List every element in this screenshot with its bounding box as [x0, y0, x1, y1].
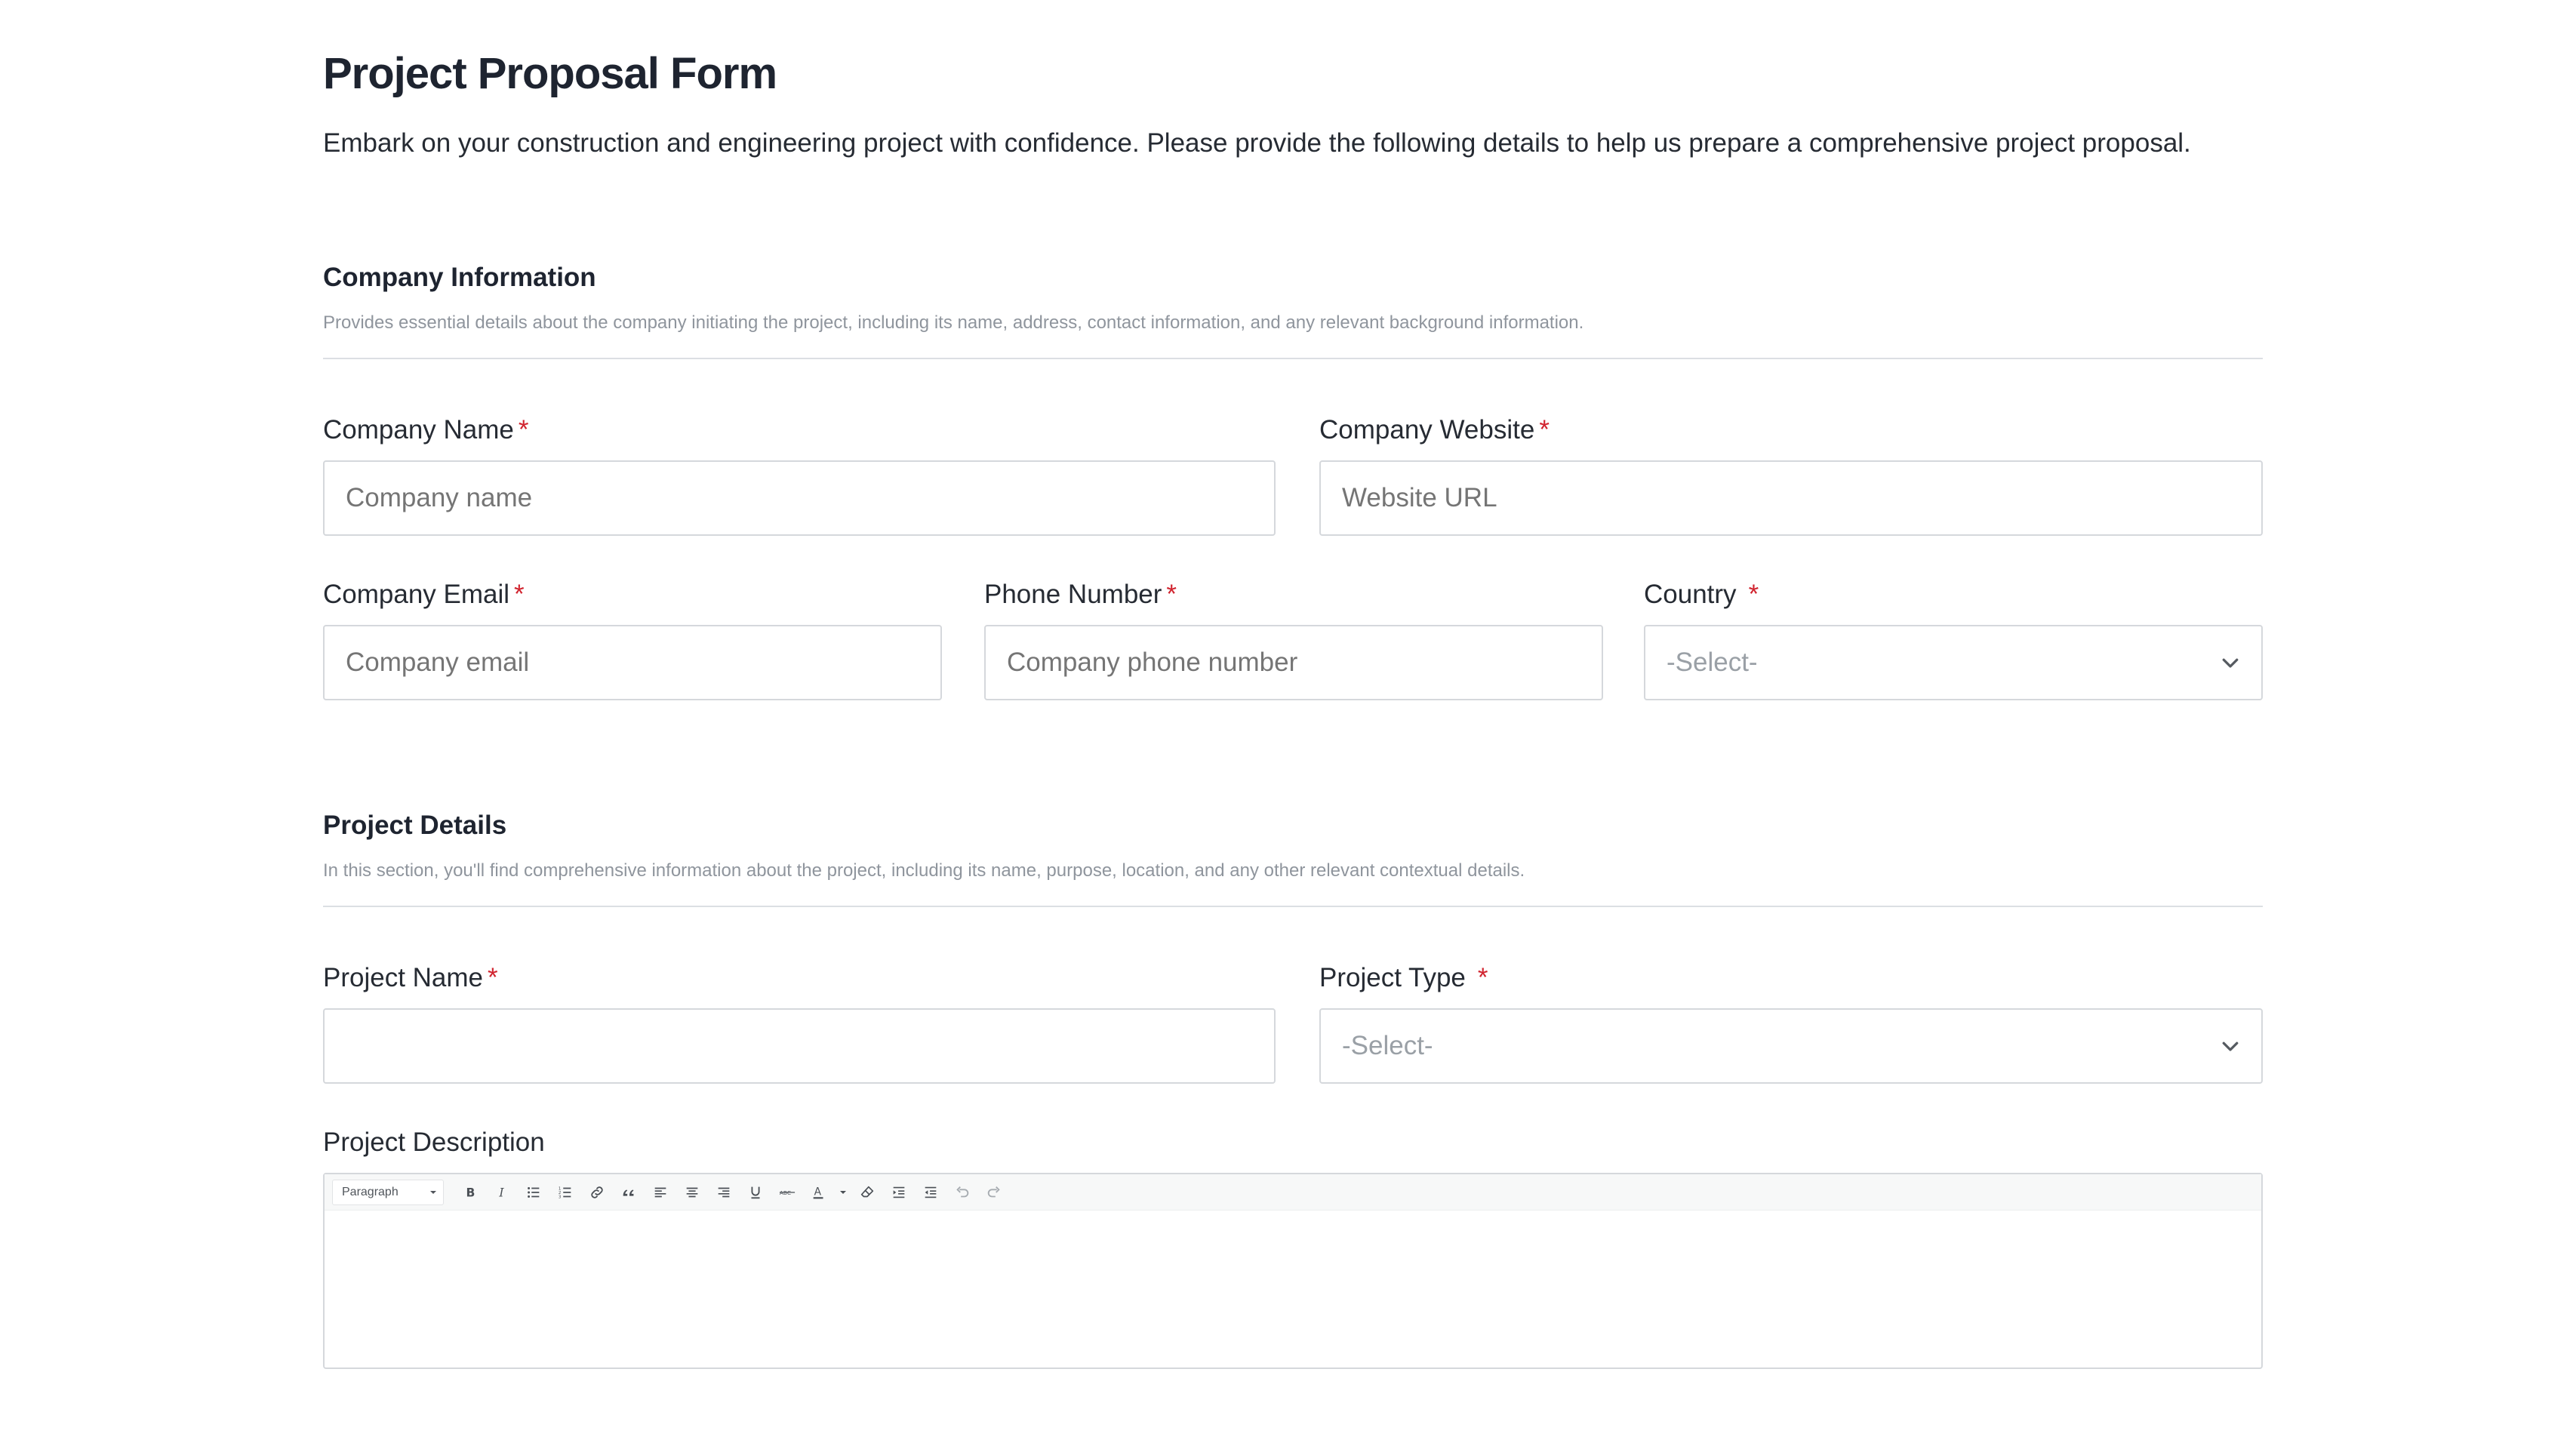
svg-text:A: A [814, 1186, 822, 1198]
align-right-icon[interactable] [709, 1178, 738, 1207]
company-website-field: Company Website * [1319, 414, 2263, 536]
chevron-down-icon [2219, 1035, 2242, 1057]
phone-number-field: Phone Number * [984, 578, 1603, 700]
required-asterisk: * [518, 415, 529, 445]
project-type-field: Project Type * -Select- [1319, 961, 2263, 1084]
company-email-label: Company Email * [323, 580, 525, 609]
project-description-field: Project Description Paragraph B I 123 AB… [323, 1126, 2263, 1369]
section-description-project: In this section, you'll find comprehensi… [323, 860, 1525, 881]
section-divider [323, 906, 2263, 907]
svg-text:I: I [498, 1186, 504, 1199]
required-asterisk: * [1539, 415, 1550, 445]
required-asterisk: * [488, 963, 498, 992]
company-website-input[interactable] [1319, 460, 2263, 536]
project-name-label: Project Name * [323, 963, 498, 992]
company-website-label: Company Website * [1319, 415, 1550, 445]
company-email-input[interactable] [323, 625, 942, 700]
country-select[interactable]: -Select- [1644, 625, 2263, 700]
form-intro: Embark on your construction and engineer… [323, 128, 2191, 158]
bullet-list-icon[interactable] [519, 1178, 548, 1207]
align-left-icon[interactable] [646, 1178, 675, 1207]
underline-icon[interactable] [741, 1178, 770, 1207]
company-name-field: Company Name * [323, 414, 1276, 536]
section-title-project: Project Details [323, 811, 507, 840]
caret-down-icon[interactable] [836, 1178, 850, 1207]
phone-number-input[interactable] [984, 625, 1603, 700]
align-center-icon[interactable] [678, 1178, 706, 1207]
strikethrough-icon[interactable]: ABC [773, 1178, 802, 1207]
undo-icon[interactable] [948, 1178, 977, 1207]
project-type-label: Project Type * [1319, 963, 1488, 992]
project-type-selected-value: -Select- [1342, 1031, 1433, 1060]
project-type-select[interactable]: -Select- [1319, 1008, 2263, 1084]
company-name-label: Company Name * [323, 415, 529, 445]
phone-number-label: Phone Number * [984, 580, 1177, 609]
chevron-down-icon [2219, 651, 2242, 674]
required-asterisk: * [1166, 580, 1177, 609]
required-asterisk: * [1477, 963, 1488, 992]
svg-text:3: 3 [559, 1195, 562, 1199]
project-description-label: Project Description [323, 1128, 545, 1157]
rich-text-editor: Paragraph B I 123 ABC A [323, 1173, 2263, 1369]
indent-icon[interactable] [885, 1178, 913, 1207]
company-email-field: Company Email * [323, 578, 942, 700]
clear-format-icon[interactable] [853, 1178, 882, 1207]
country-field: Country * -Select- [1644, 578, 2263, 700]
svg-text:B: B [466, 1186, 475, 1199]
section-title-company: Company Information [323, 263, 596, 292]
redo-icon[interactable] [980, 1178, 1008, 1207]
caret-down-icon [430, 1190, 436, 1194]
italic-icon[interactable]: I [488, 1178, 516, 1207]
required-asterisk: * [1748, 580, 1759, 609]
outdent-icon[interactable] [916, 1178, 945, 1207]
editor-content-area[interactable] [325, 1211, 2261, 1367]
country-selected-value: -Select- [1667, 648, 1758, 677]
page-title: Project Proposal Form [323, 49, 777, 98]
country-label: Country * [1644, 580, 1759, 609]
text-color-icon[interactable]: A [805, 1178, 833, 1207]
section-divider [323, 358, 2263, 359]
project-name-input[interactable] [323, 1008, 1276, 1084]
blockquote-icon[interactable] [614, 1178, 643, 1207]
numbered-list-icon[interactable]: 123 [551, 1178, 580, 1207]
block-format-select[interactable]: Paragraph [332, 1179, 444, 1205]
block-format-value: Paragraph [342, 1185, 399, 1198]
project-name-field: Project Name * [323, 961, 1276, 1084]
required-asterisk: * [514, 580, 525, 609]
company-name-input[interactable] [323, 460, 1276, 536]
section-description-company: Provides essential details about the com… [323, 312, 1584, 333]
bold-icon[interactable]: B [456, 1178, 485, 1207]
editor-toolbar: Paragraph B I 123 ABC A [325, 1174, 2261, 1211]
link-icon[interactable] [583, 1178, 611, 1207]
